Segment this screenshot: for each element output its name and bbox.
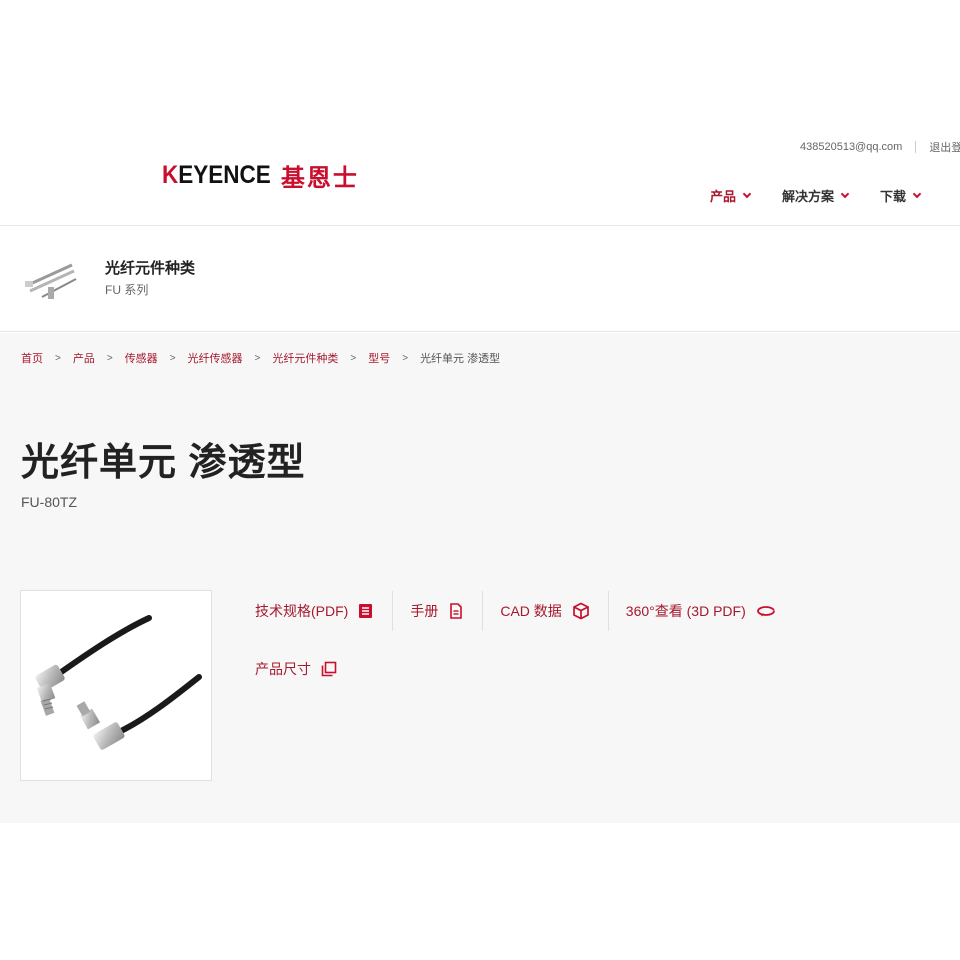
- view-360-link[interactable]: 360°查看 (3D PDF): [626, 601, 794, 621]
- site-header: KEYENCE 基恩士 438520513@qq.com 退出登 产品 解决方案…: [0, 0, 960, 226]
- logout-link[interactable]: 退出登: [929, 139, 960, 155]
- rotate-360-icon: [756, 604, 776, 618]
- link-divider: [482, 591, 484, 631]
- breadcrumb-products[interactable]: 产品: [73, 350, 95, 366]
- nav-products[interactable]: 产品: [710, 186, 752, 205]
- breadcrumb-home[interactable]: 首页: [21, 350, 43, 366]
- breadcrumb-fiber-sensors[interactable]: 光纤传感器: [188, 350, 243, 366]
- nav-label: 下载: [880, 189, 907, 204]
- cube-icon: [572, 602, 590, 620]
- link-label: 360°查看 (3D PDF): [625, 603, 746, 619]
- link-label: 技术规格(PDF): [255, 603, 349, 619]
- document-icon: [448, 603, 464, 619]
- document-list-icon: [358, 603, 374, 619]
- logo-chinese: 基恩士: [280, 164, 359, 192]
- breadcrumb-separator: >: [169, 352, 176, 364]
- model-number: FU-80TZ: [21, 494, 77, 510]
- chevron-down-icon: [912, 189, 922, 199]
- breadcrumb-separator: >: [254, 352, 261, 364]
- fiber-unit-illustration: [35, 615, 202, 750]
- breadcrumb-sensors[interactable]: 传感器: [125, 350, 158, 366]
- chevron-down-icon: [742, 189, 752, 199]
- breadcrumb: 首页 > 产品 > 传感器 > 光纤传感器 > 光纤元件种类 > 型号 > 光纤…: [21, 350, 500, 366]
- link-label: 手册: [410, 603, 439, 619]
- link-label: CAD 数据: [500, 603, 562, 619]
- breadcrumb-separator: >: [350, 352, 357, 364]
- breadcrumb-separator: >: [402, 352, 409, 364]
- series-bar[interactable]: 光纤元件种类 FU 系列: [0, 227, 960, 332]
- manual-link[interactable]: 手册: [410, 601, 482, 621]
- dimensions-link[interactable]: 产品尺寸: [255, 659, 355, 679]
- breadcrumb-separator: >: [106, 352, 113, 364]
- download-links: 技术规格(PDF) 手册 CAD 数据 360°查看 (3D PDF) 产品尺寸: [255, 590, 955, 690]
- nav-label: 解决方案: [782, 189, 835, 204]
- breadcrumb-fiber-units[interactable]: 光纤元件种类: [272, 350, 338, 366]
- series-thumbnail: [25, 263, 77, 299]
- user-bar: 438520513@qq.com 退出登: [800, 139, 960, 155]
- page-title: 光纤单元 渗透型: [21, 442, 306, 484]
- link-row: 产品尺寸: [255, 648, 955, 690]
- link-divider: [392, 591, 394, 631]
- product-image[interactable]: [20, 590, 212, 781]
- copy-icon: [321, 661, 337, 677]
- series-subtitle: FU 系列: [105, 283, 149, 297]
- user-bar-divider: [915, 141, 917, 153]
- logo-wordmark: KEYENCE: [162, 160, 271, 189]
- link-label: 产品尺寸: [255, 661, 311, 677]
- chevron-down-icon: [840, 189, 850, 199]
- link-divider: [607, 591, 609, 631]
- breadcrumb-separator: >: [55, 352, 61, 364]
- link-row: 技术规格(PDF) 手册 CAD 数据 360°查看 (3D PDF): [255, 590, 955, 632]
- breadcrumb-current: 光纤单元 渗透型: [420, 353, 501, 365]
- user-email[interactable]: 438520513@qq.com: [800, 141, 902, 153]
- product-main: 首页 > 产品 > 传感器 > 光纤传感器 > 光纤元件种类 > 型号 > 光纤…: [0, 333, 960, 823]
- main-nav: 产品 解决方案 下载: [710, 186, 922, 205]
- nav-solutions[interactable]: 解决方案: [782, 186, 850, 205]
- nav-label: 产品: [710, 189, 737, 204]
- cad-data-link[interactable]: CAD 数据: [500, 601, 607, 621]
- spec-pdf-link[interactable]: 技术规格(PDF): [255, 601, 392, 621]
- series-title: 光纤元件种类: [105, 260, 196, 277]
- nav-downloads[interactable]: 下载: [880, 186, 922, 205]
- breadcrumb-models[interactable]: 型号: [368, 350, 390, 366]
- keyence-logo[interactable]: KEYENCE 基恩士: [162, 160, 359, 192]
